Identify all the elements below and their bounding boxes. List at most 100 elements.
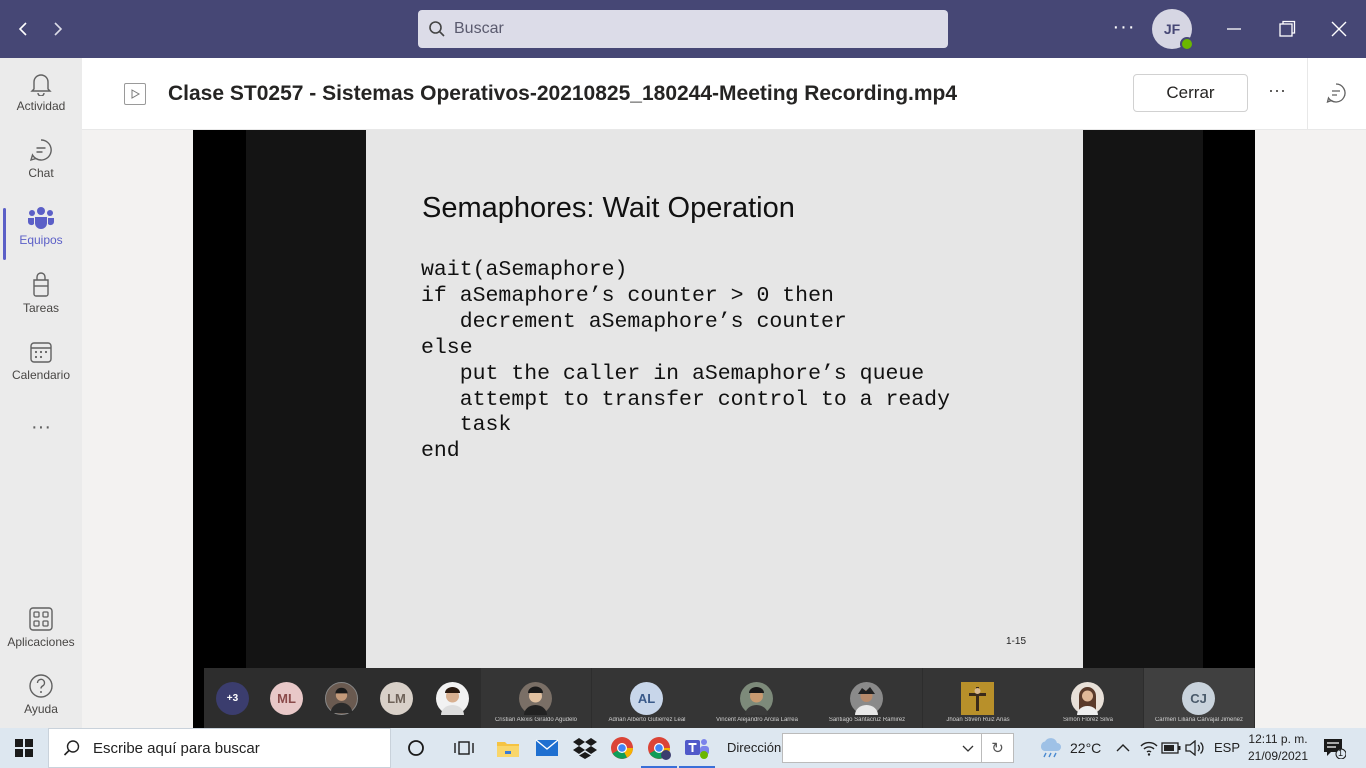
video-background <box>1083 130 1203 668</box>
close-button[interactable]: Cerrar <box>1133 74 1248 112</box>
app-rail: Actividad Chat Equipos Tareas Calendario… <box>0 58 82 728</box>
minimize-button[interactable] <box>1221 16 1247 42</box>
participant-tile[interactable]: Jhoan Stiven Ruiz Arias <box>923 668 1033 728</box>
participant-name: Cristian Alexis Giraldo Agudelo <box>494 717 578 723</box>
input-language-indicator[interactable]: ESP <box>1214 740 1240 755</box>
rail-item-actividad[interactable]: Actividad <box>0 70 82 130</box>
battery-button[interactable] <box>1158 736 1184 760</box>
forward-button[interactable] <box>46 17 70 41</box>
chevron-right-icon <box>54 22 63 36</box>
rain-cloud-icon <box>1040 738 1061 758</box>
chevron-left-icon <box>18 22 27 36</box>
system-clock[interactable]: 12:11 p. m. 21/09/2021 <box>1243 731 1313 765</box>
code-line: end <box>421 439 460 464</box>
participant-photo-avatar <box>325 682 358 715</box>
file-more-options-button[interactable]: ··· <box>1264 80 1290 106</box>
taskbar-search-placeholder: Escribe aquí para buscar <box>93 739 260 757</box>
video-file-icon <box>124 83 146 105</box>
rail-item-chat[interactable]: Chat <box>0 137 82 197</box>
task-view-button[interactable] <box>451 736 477 760</box>
chrome-button[interactable] <box>609 736 635 760</box>
file-explorer-button[interactable] <box>495 736 521 760</box>
participant-tile[interactable]: Cristian Alexis Giraldo Agudelo <box>481 668 591 728</box>
rail-item-tareas[interactable]: Tareas <box>0 272 82 332</box>
search-icon <box>63 740 80 756</box>
address-input[interactable] <box>782 733 982 763</box>
rail-item-ayuda[interactable]: Ayuda <box>0 673 82 733</box>
cortana-button[interactable] <box>403 736 429 760</box>
start-button[interactable] <box>0 728 48 768</box>
avatar-initials: JF <box>1163 21 1181 37</box>
code-line: wait(aSemaphore) <box>421 258 628 282</box>
chevron-down-icon[interactable] <box>961 741 975 755</box>
participant-tile[interactable]: Santiago Santacruz Ramirez <box>812 668 922 728</box>
rail-item-label: Calendario <box>11 368 71 382</box>
close-window-button[interactable] <box>1326 16 1352 42</box>
file-viewer-header: Clase ST0257 - Sistemas Operativos-20210… <box>82 58 1366 130</box>
code-line: put the caller in aSemaphore’s queue <box>421 361 925 386</box>
speaker-icon <box>1185 740 1204 756</box>
chrome-profile-icon <box>648 737 671 760</box>
weather-button[interactable] <box>1037 736 1063 760</box>
participant-name: Carmen Liliana Carvajal Jimenez <box>1154 717 1244 723</box>
volume-button[interactable] <box>1182 736 1208 760</box>
address-go-button[interactable]: ↻ <box>982 733 1014 763</box>
show-hidden-icons-button[interactable] <box>1110 736 1136 760</box>
windows-logo-icon <box>15 739 33 757</box>
help-icon <box>29 674 53 698</box>
code-line: task <box>421 413 512 438</box>
folder-icon <box>497 742 519 757</box>
rail-item-aplicaciones[interactable]: Aplicaciones <box>0 606 82 666</box>
rail-item-label: Equipos <box>19 233 63 247</box>
participant-tile[interactable]: Simón Flórez Silva <box>1033 668 1143 728</box>
restore-button[interactable] <box>1274 16 1300 42</box>
presentation-slide: Semaphores: Wait Operation wait(aSemapho… <box>366 130 1083 668</box>
participant-photo-avatar <box>436 682 469 715</box>
rail-item-label: Actividad <box>16 99 66 113</box>
slide-title: Semaphores: Wait Operation <box>422 192 795 224</box>
participant-avatar: AL <box>630 682 663 715</box>
participant-tile[interactable]: AL Adrian Alberto Gutierrez Leal <box>592 668 702 728</box>
overflow-participants-badge[interactable]: +3 <box>216 682 249 715</box>
presence-available-icon <box>1180 37 1194 51</box>
tasks-icon <box>33 272 49 297</box>
participant-photo-avatar <box>850 682 883 715</box>
close-icon <box>1331 21 1347 37</box>
restore-icon <box>1279 20 1296 37</box>
title-bar: Buscar ··· JF <box>0 0 1366 58</box>
action-center-button[interactable]: 1 <box>1322 737 1347 760</box>
dropbox-button[interactable] <box>572 736 598 760</box>
slide-page-number: 1-15 <box>1006 636 1027 647</box>
search-box[interactable]: Buscar <box>418 10 948 48</box>
taskbar-search-box[interactable]: Escribe aquí para buscar <box>48 728 391 768</box>
conversation-button[interactable] <box>1325 82 1349 106</box>
clock-time: 12:11 p. m. <box>1248 732 1308 746</box>
battery-icon <box>1161 742 1181 754</box>
header-divider <box>1307 58 1308 130</box>
teams-taskbar-button[interactable] <box>679 736 715 768</box>
rail-item-equipos[interactable]: Equipos <box>0 204 82 264</box>
chrome-profile-button[interactable] <box>641 736 677 768</box>
participant-avatar: LM <box>380 682 413 715</box>
search-icon <box>429 21 445 37</box>
chat-bubble-icon <box>1326 83 1346 104</box>
code-line: attempt to transfer control to a ready <box>421 387 950 412</box>
notification-count: 1 <box>1338 748 1344 758</box>
chrome-icon <box>611 737 633 759</box>
participant-tile[interactable]: Vincent Alejandro Arcila Larrea <box>702 668 812 728</box>
teams-app-icon <box>685 739 709 759</box>
video-player[interactable]: Semaphores: Wait Operation wait(aSemapho… <box>193 130 1255 728</box>
more-options-button[interactable]: ··· <box>1112 16 1136 42</box>
dropbox-icon <box>573 738 597 759</box>
back-button[interactable] <box>11 17 35 41</box>
rail-item-label: Chat <box>28 166 54 180</box>
participant-tile[interactable]: CJ Carmen Liliana Carvajal Jimenez <box>1144 668 1254 728</box>
user-avatar[interactable]: JF <box>1152 9 1194 51</box>
more-apps-button[interactable]: ··· <box>0 416 82 440</box>
participant-avatar: ML <box>270 682 303 715</box>
participant-name: Adrian Alberto Gutierrez Leal <box>608 717 686 723</box>
mail-button[interactable] <box>534 736 560 760</box>
rail-item-calendario[interactable]: Calendario <box>0 339 82 399</box>
minimize-icon <box>1227 28 1241 30</box>
participant-name: Simón Flórez Silva <box>1062 717 1113 723</box>
